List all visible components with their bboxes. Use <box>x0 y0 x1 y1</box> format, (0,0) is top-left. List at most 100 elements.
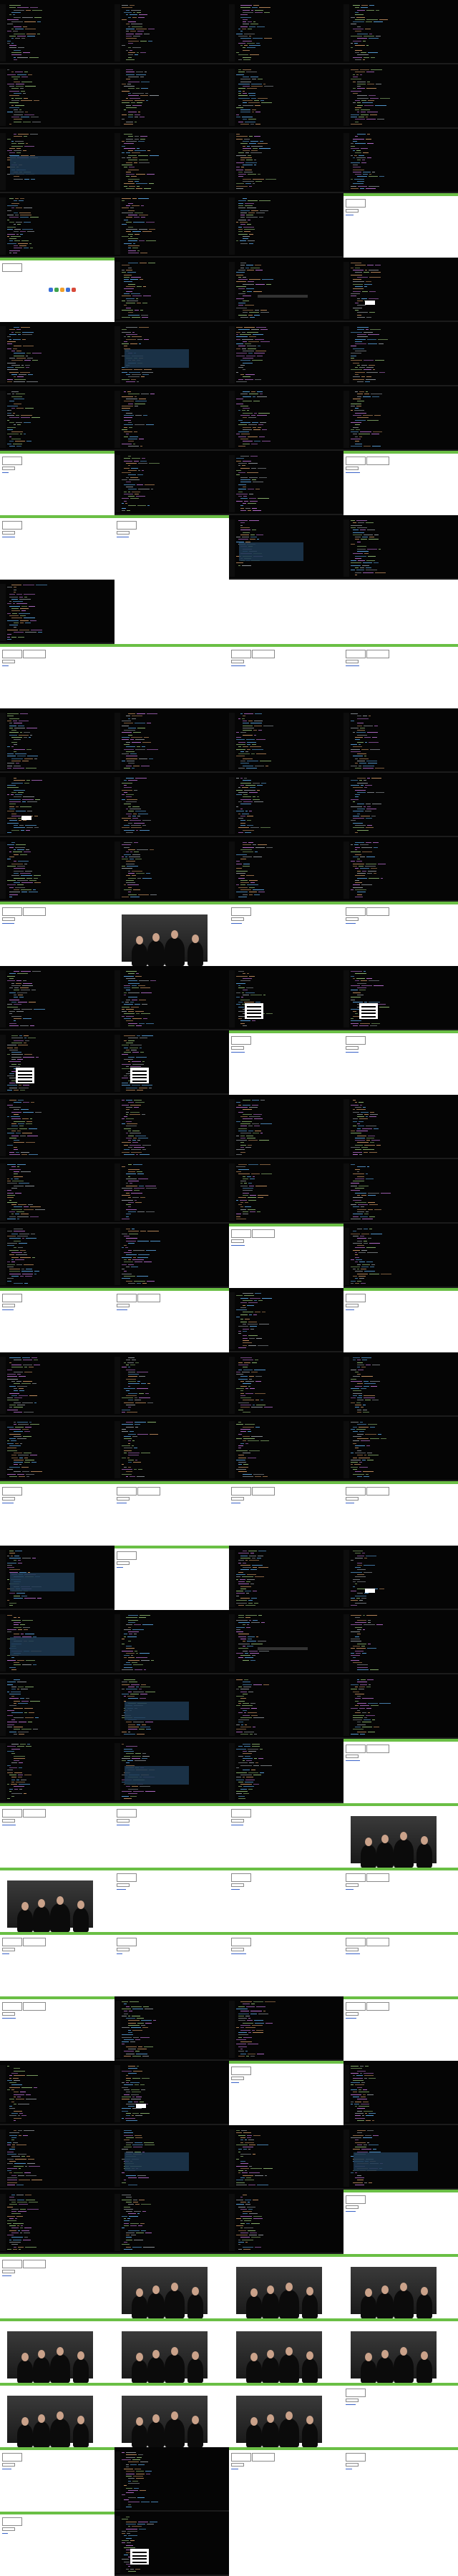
form-field[interactable] <box>2 1304 15 1307</box>
form-field[interactable] <box>117 1561 130 1565</box>
app-icon[interactable] <box>60 288 64 292</box>
context-menu-item[interactable] <box>361 1009 376 1011</box>
context-menu-item[interactable] <box>18 1070 32 1072</box>
form-field[interactable] <box>346 917 359 921</box>
form-field[interactable] <box>346 1755 359 1758</box>
code-token <box>129 2215 138 2217</box>
result-link[interactable] <box>231 1889 240 1890</box>
code-token <box>240 1443 244 1444</box>
form-field[interactable] <box>346 1883 359 1887</box>
form-field[interactable] <box>231 1046 244 1050</box>
context-menu-item[interactable] <box>361 1006 376 1008</box>
form-table <box>346 1873 366 1882</box>
code-token <box>245 205 253 206</box>
result-link[interactable] <box>117 1567 123 1568</box>
app-icon[interactable] <box>49 288 53 292</box>
context-menu-item[interactable] <box>18 1073 32 1075</box>
result-link[interactable] <box>231 665 245 666</box>
form-field[interactable] <box>346 209 359 213</box>
context-menu-item[interactable] <box>132 1073 147 1075</box>
form-field[interactable] <box>2 1819 15 1823</box>
code-token <box>236 1679 243 1680</box>
form-field[interactable] <box>117 1497 130 1501</box>
context-menu-item[interactable] <box>247 1015 261 1018</box>
code-token <box>357 872 366 874</box>
context-menu-item[interactable] <box>132 1070 147 1072</box>
result-link[interactable] <box>346 2018 356 2019</box>
result-link[interactable] <box>346 1889 354 1890</box>
code-token <box>363 1149 374 1151</box>
result-link[interactable] <box>2 1953 9 1954</box>
result-link[interactable] <box>2 665 9 666</box>
form-field[interactable] <box>346 660 359 663</box>
code-token <box>370 329 381 331</box>
code-token <box>355 1201 366 1203</box>
code-token <box>9 820 17 821</box>
form-field[interactable] <box>346 2012 359 2016</box>
form-field[interactable] <box>2 917 15 921</box>
form-field[interactable] <box>346 1948 359 1951</box>
form-field[interactable] <box>231 917 244 921</box>
result-link[interactable] <box>231 1052 245 1053</box>
form-field[interactable] <box>231 1883 244 1887</box>
form-field[interactable] <box>2 467 15 470</box>
result-link[interactable] <box>346 923 356 924</box>
result-link[interactable] <box>2 1309 14 1310</box>
form-field[interactable] <box>346 1497 359 1501</box>
result-link[interactable] <box>117 1953 122 1954</box>
result-link[interactable] <box>231 1245 245 1246</box>
result-link[interactable] <box>117 1309 127 1310</box>
form-field[interactable] <box>231 1819 244 1823</box>
form-field[interactable] <box>117 531 130 535</box>
form-field[interactable] <box>117 1819 130 1823</box>
form-field[interactable] <box>231 1948 244 1951</box>
result-link[interactable] <box>117 1889 126 1890</box>
context-menu-item[interactable] <box>132 1080 147 1082</box>
context-menu-item[interactable] <box>361 1015 376 1018</box>
result-link[interactable] <box>346 1052 359 1053</box>
form-field[interactable] <box>346 1046 359 1050</box>
code-token <box>130 739 134 741</box>
context-menu-item[interactable] <box>18 1077 32 1078</box>
code-token <box>361 1387 366 1389</box>
form-field[interactable] <box>117 1304 130 1307</box>
result-link[interactable] <box>346 1760 360 1761</box>
context-menu-item[interactable] <box>247 1006 261 1008</box>
form-field[interactable] <box>2 531 15 535</box>
form-field[interactable] <box>2 660 15 663</box>
app-icon[interactable] <box>72 288 76 292</box>
result-link[interactable] <box>231 923 242 924</box>
form-field[interactable] <box>231 2077 244 2080</box>
code-token <box>238 424 247 426</box>
form-field[interactable] <box>2 1497 15 1501</box>
result-link[interactable] <box>231 2082 239 2083</box>
form-field[interactable] <box>117 1883 130 1887</box>
form-field[interactable] <box>346 467 359 470</box>
form-field[interactable] <box>231 1497 244 1501</box>
result-link[interactable] <box>231 1953 246 1954</box>
app-icon[interactable] <box>66 288 70 292</box>
result-link[interactable] <box>346 1953 360 1954</box>
context-menu-item[interactable] <box>18 1080 32 1082</box>
code-token <box>236 338 240 340</box>
result-link[interactable] <box>346 472 360 473</box>
code-token <box>357 1696 361 1697</box>
context-menu-item[interactable] <box>132 1077 147 1078</box>
code-token <box>353 1249 360 1251</box>
form-field[interactable] <box>2 1948 15 1951</box>
app-icon[interactable] <box>54 288 59 292</box>
form-field[interactable] <box>2 2012 15 2016</box>
context-menu-item[interactable] <box>361 1013 376 1014</box>
form-field[interactable] <box>346 1304 359 1307</box>
form-field[interactable] <box>231 1239 244 1243</box>
result-link[interactable] <box>2 923 14 924</box>
result-link[interactable] <box>346 665 359 666</box>
context-menu-item[interactable] <box>247 1009 261 1011</box>
context-menu-item[interactable] <box>247 1013 261 1014</box>
form-field[interactable] <box>231 660 244 663</box>
result-link[interactable] <box>2 2018 16 2019</box>
form-field[interactable] <box>117 1948 130 1951</box>
result-link[interactable] <box>2 472 9 473</box>
result-link[interactable] <box>346 1309 354 1310</box>
code-token <box>360 1684 367 1685</box>
